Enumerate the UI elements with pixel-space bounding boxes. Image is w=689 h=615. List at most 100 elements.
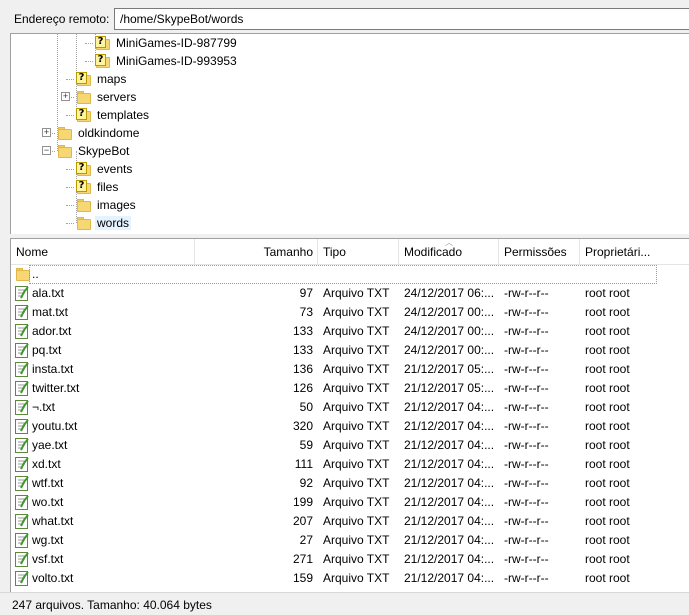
file-row[interactable]: xd.txt 111 Arquivo TXT 21/12/2017 04:... -rw… [11, 455, 689, 474]
folder-icon [76, 216, 92, 230]
file-name-cell: what.txt [32, 514, 74, 528]
file-name-cell: wg.txt [32, 533, 64, 547]
file-type-cell: Arquivo TXT [323, 324, 390, 338]
tree-item-images[interactable]: images [76, 196, 138, 214]
parent-directory-row[interactable]: .. [11, 265, 689, 284]
file-row[interactable]: pq.txt 133 Arquivo TXT 24/12/2017 00:... -rw… [11, 341, 689, 360]
column-header-owner[interactable]: Proprietári... [580, 239, 689, 265]
file-owner-cell: root root [585, 343, 630, 357]
tree-guide-line [66, 205, 74, 206]
file-name-cell: insta.txt [32, 362, 74, 376]
file-type-cell: Arquivo TXT [323, 514, 390, 528]
file-perm-cell: -rw-r--r-- [504, 362, 549, 376]
file-perm-cell: -rw-r--r-- [504, 286, 549, 300]
tree-item-words[interactable]: words [76, 214, 132, 232]
tree-guide-line [85, 61, 93, 62]
expand-icon[interactable]: + [42, 128, 51, 137]
folder-icon [76, 198, 92, 212]
folder-unknown-icon: ? [76, 72, 92, 86]
address-label: Endereço remoto: [14, 12, 110, 26]
folder-unknown-icon: ? [76, 108, 92, 122]
file-row[interactable]: ¬.txt 50 Arquivo TXT 21/12/2017 04:... -rw-r… [11, 398, 689, 417]
column-header-name[interactable]: Nome [11, 239, 195, 265]
column-header-type[interactable]: Tipo [318, 239, 399, 265]
tree-item-templates[interactable]: ? templates [76, 106, 151, 124]
file-row[interactable]: wo.txt 199 Arquivo TXT 21/12/2017 04:... -rw… [11, 493, 689, 512]
collapse-icon[interactable]: − [42, 146, 51, 155]
tree-item-oldkindome[interactable]: oldkindome [57, 124, 141, 142]
file-name-cell: twitter.txt [32, 381, 80, 395]
file-row[interactable]: ala.txt 97 Arquivo TXT 24/12/2017 06:... -rw… [11, 284, 689, 303]
file-name-cell: ala.txt [32, 286, 65, 300]
file-modified-cell: 21/12/2017 05:... [404, 362, 495, 376]
file-owner-cell: root root [585, 495, 630, 509]
tree-item-skypebot[interactable]: SkypeBot [57, 142, 131, 160]
tree-item-label: MiniGames-ID-993953 [116, 54, 237, 68]
file-size-cell: 111 [294, 457, 313, 471]
file-size-cell: 73 [299, 305, 313, 319]
tree-item-files[interactable]: ? files [76, 178, 120, 196]
file-size-cell: 92 [299, 476, 313, 490]
folder-icon [57, 126, 73, 140]
file-modified-cell: 21/12/2017 04:... [404, 438, 495, 452]
tree-item-events[interactable]: ? events [76, 160, 134, 178]
file-perm-cell: -rw-r--r-- [504, 457, 549, 471]
file-row[interactable]: what.txt 207 Arquivo TXT 21/12/2017 04:... -… [11, 512, 689, 531]
remote-file-list[interactable]: Nome Tamanho Tipo Modificado Permissões … [10, 238, 689, 592]
file-size-cell: 126 [292, 381, 313, 395]
tree-item-label: words [95, 216, 132, 230]
file-size-cell: 159 [292, 571, 313, 585]
file-row[interactable]: wtf.txt 92 Arquivo TXT 21/12/2017 04:... -rw… [11, 474, 689, 493]
tree-item-minigames-id-993953[interactable]: ? MiniGames-ID-993953 [95, 52, 239, 70]
file-name-cell: xd.txt [32, 457, 61, 471]
file-modified-cell: 21/12/2017 04:... [404, 400, 495, 414]
file-name-cell: wtf.txt [32, 476, 64, 490]
column-header-size-wrap[interactable]: Tamanho [195, 239, 318, 265]
parent-directory-label: .. [32, 267, 39, 281]
column-header-permissions[interactable]: Permissões [499, 239, 580, 265]
file-owner-cell: root root [585, 400, 630, 414]
tree-item-maps[interactable]: ? maps [76, 70, 128, 88]
file-owner-cell: root root [585, 514, 630, 528]
file-row[interactable]: insta.txt 136 Arquivo TXT 21/12/2017 05:...… [11, 360, 689, 379]
file-perm-cell: -rw-r--r-- [504, 514, 549, 528]
file-name-cell: vsf.txt [32, 552, 64, 566]
list-header: Nome Tamanho Tipo Modificado Permissões … [11, 239, 689, 265]
tree-guide-line [66, 187, 74, 188]
tree-item-label: files [97, 180, 119, 194]
folder-unknown-icon: ? [76, 180, 92, 194]
tree-item-label: SkypeBot [78, 144, 130, 158]
file-name-cell: mat.txt [32, 305, 69, 319]
file-perm-cell: -rw-r--r-- [504, 400, 549, 414]
remote-address-input[interactable] [114, 8, 689, 30]
tree-guide-line [66, 169, 74, 170]
tree-item-minigames-id-987799[interactable]: ? MiniGames-ID-987799 [95, 34, 239, 52]
file-owner-cell: root root [585, 552, 630, 566]
file-size-cell: 59 [299, 438, 313, 452]
file-perm-cell: -rw-r--r-- [504, 533, 549, 547]
expand-icon[interactable]: + [61, 92, 70, 101]
file-row[interactable]: twitter.txt 126 Arquivo TXT 21/12/2017 05:.… [11, 379, 689, 398]
file-type-cell: Arquivo TXT [323, 400, 390, 414]
file-size-cell: 27 [299, 533, 313, 547]
file-perm-cell: -rw-r--r-- [504, 343, 549, 357]
file-type-cell: Arquivo TXT [323, 476, 390, 490]
file-row[interactable]: youtu.txt 320 Arquivo TXT 21/12/2017 04:...… [11, 417, 689, 436]
tree-item-servers[interactable]: servers [76, 88, 138, 106]
file-name-cell: ador.txt [32, 324, 72, 338]
file-row[interactable]: ador.txt 133 Arquivo TXT 24/12/2017 00:... -… [11, 322, 689, 341]
file-name-cell: pq.txt [32, 343, 62, 357]
file-row[interactable]: wg.txt 27 Arquivo TXT 21/12/2017 04:... -rw-… [11, 531, 689, 550]
file-size-cell: 136 [292, 362, 313, 376]
folder-unknown-icon: ? [95, 54, 111, 68]
file-row[interactable]: yae.txt 59 Arquivo TXT 21/12/2017 04:... -rw… [11, 436, 689, 455]
file-row[interactable]: vsf.txt 271 Arquivo TXT 21/12/2017 04:... -r… [11, 550, 689, 569]
remote-directory-tree[interactable]: ? MiniGames-ID-987799? MiniGames-ID-993953… [10, 33, 689, 234]
file-name-cell: volto.txt [32, 571, 74, 585]
file-type-cell: Arquivo TXT [323, 495, 390, 509]
file-owner-cell: root root [585, 381, 630, 395]
file-owner-cell: root root [585, 305, 630, 319]
file-row[interactable]: volto.txt 159 Arquivo TXT 21/12/2017 04:...… [11, 569, 689, 588]
file-row[interactable]: mat.txt 73 Arquivo TXT 24/12/2017 00:... -rw… [11, 303, 689, 322]
tree-guide-line [66, 115, 74, 116]
